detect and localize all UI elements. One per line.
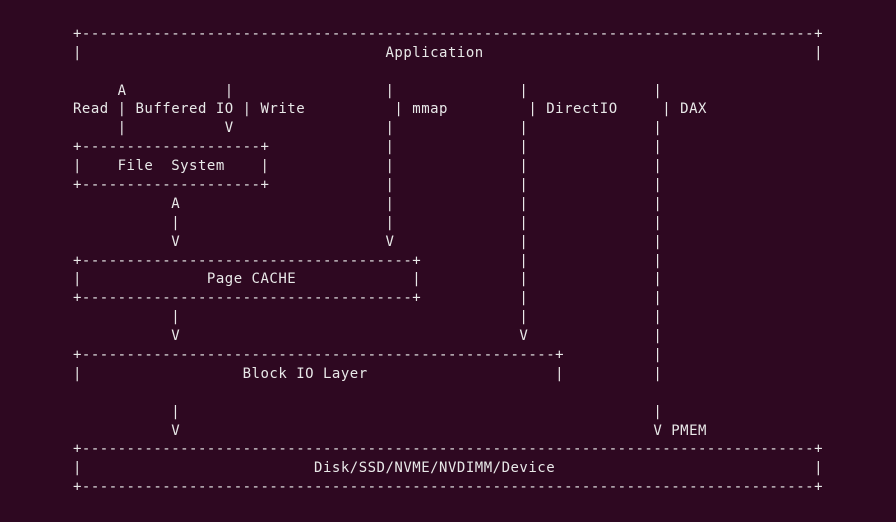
ascii-io-stack-diagram: +---------------------------------------… <box>73 25 823 497</box>
